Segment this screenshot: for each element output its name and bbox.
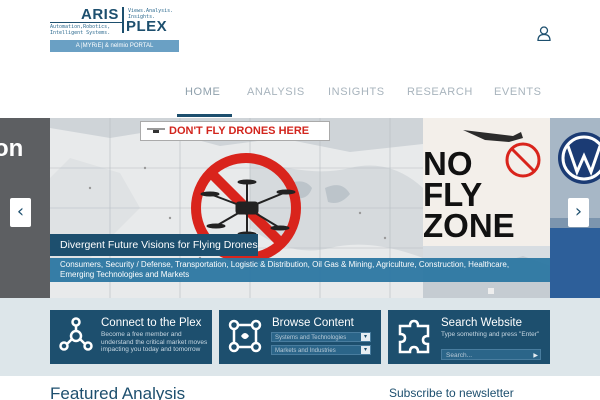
search-tile: Search Website Type something and press …	[388, 310, 550, 364]
markets-select-value: Markets and Industries	[275, 348, 336, 354]
chevron-down-icon: ▾	[361, 346, 370, 354]
carousel-prev-button[interactable]: ‹	[10, 198, 31, 227]
drone-icon	[147, 128, 165, 133]
nofly-line-3: ZONE	[423, 207, 515, 244]
search-input[interactable]: Search... ▶	[441, 349, 541, 360]
subscribe-heading: Subscribe to newsletter	[389, 386, 514, 400]
chevron-right-icon: ›	[574, 201, 583, 222]
logo-tagline-automation: Automation,Robotics, Intelligent Systems…	[50, 24, 111, 36]
featured-analysis-heading: Featured Analysis	[50, 384, 186, 400]
nav-home[interactable]: HOME	[185, 86, 220, 116]
search-title: Search Website	[441, 317, 522, 329]
logo-portal-strip: A |MYRıE| & nelmio PORTAL	[50, 40, 179, 52]
nofly-line-2: FLY	[423, 176, 483, 213]
nofly-line-1: NO	[423, 145, 473, 182]
slide-categories: Consumers, Security / Defense, Transport…	[50, 258, 550, 282]
main-nav: HOME ANALYSIS INSIGHTS RESEARCH EVENTS	[0, 86, 600, 116]
drone-banner-text: DON'T FLY DRONES HERE	[169, 125, 310, 137]
search-description: Type something and press "Enter"	[441, 331, 540, 338]
search-placeholder: Search...	[446, 352, 473, 359]
slide-title[interactable]: Divergent Future Visions for Flying Dron…	[50, 234, 258, 256]
connect-title: Connect to the Plex	[101, 317, 202, 329]
logo-word-aris: ARIS	[81, 6, 119, 23]
chevron-left-icon: ‹	[16, 201, 25, 222]
markets-select[interactable]: Markets and Industries ▾	[271, 345, 371, 355]
browse-title: Browse Content	[272, 317, 354, 329]
logo-tagline-views: Views.Analysis. Insights.	[128, 8, 174, 20]
nodes-icon	[228, 319, 262, 353]
connect-description: Become a free member and understand the …	[101, 331, 208, 353]
page: ARIS PLEX Views.Analysis. Insights. Auto…	[0, 0, 600, 400]
systems-select-value: Systems and Technologies	[275, 335, 347, 341]
nav-active-indicator	[177, 114, 232, 117]
chevron-down-icon: ▾	[361, 333, 370, 341]
nav-events[interactable]: EVENTS	[494, 86, 542, 116]
logo-rule	[50, 22, 122, 23]
nav-insights[interactable]: INSIGHTS	[328, 86, 385, 116]
connect-tile[interactable]: Connect to the Plex Become a free member…	[50, 310, 212, 364]
network-icon	[59, 317, 93, 351]
carousel-next-button[interactable]: ›	[568, 198, 589, 227]
nofly-headline: NO FLY ZONE	[423, 145, 550, 244]
logo-word-plex: PLEX	[126, 18, 168, 35]
logo-divider	[122, 7, 124, 33]
systems-select[interactable]: Systems and Technologies ▾	[271, 332, 371, 342]
search-go-icon[interactable]: ▶	[533, 351, 538, 362]
site-logo[interactable]: ARIS PLEX Views.Analysis. Insights. Auto…	[50, 6, 180, 53]
user-icon[interactable]	[537, 26, 551, 41]
nav-research[interactable]: RESEARCH	[407, 86, 473, 116]
prev-slide-text: on	[0, 135, 24, 162]
puzzle-icon	[398, 319, 430, 354]
drone-banner: DON'T FLY DRONES HERE	[140, 121, 330, 141]
nav-analysis[interactable]: ANALYSIS	[247, 86, 305, 116]
browse-tile: Browse Content Systems and Technologies …	[219, 310, 381, 364]
